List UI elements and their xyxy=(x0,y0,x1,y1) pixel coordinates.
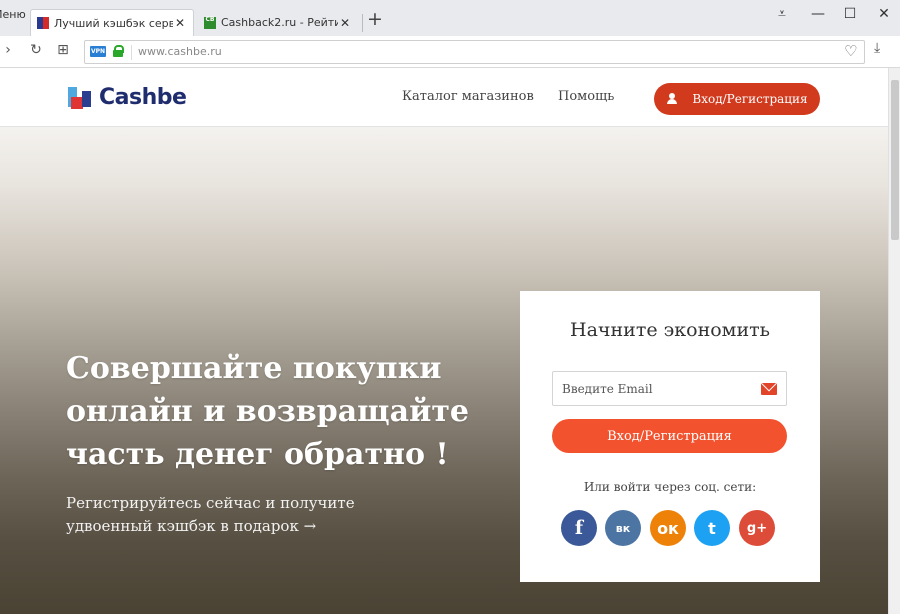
bookmark-heart-icon[interactable]: ♡ xyxy=(844,42,857,60)
hero-section: Совершайте покупки онлайн и возвращайте … xyxy=(0,127,888,614)
url-text[interactable]: www.cashbe.ru xyxy=(138,45,222,58)
address-bar-row: › ↻ ⊞ VPN www.cashbe.ru ♡ xyxy=(0,36,900,68)
header-login-label: Вход/Регистрация xyxy=(692,92,808,106)
signup-card: Начните экономить Вход/Регистрация Или в… xyxy=(520,291,820,582)
hero-subtitle-line: Регистрируйтесь сейчас и получите xyxy=(66,494,355,512)
browser-tab-bar: Меню Лучший кэшбэк сервис С ✕ CB Cashbac… xyxy=(0,0,900,36)
page-scrollbar[interactable] xyxy=(888,68,900,614)
social-login-prompt: Или войти через соц. сети: xyxy=(583,480,757,494)
maximize-icon[interactable]: ☐ xyxy=(838,6,862,22)
hero-title-line: часть денег обратно ! xyxy=(66,437,449,472)
tab-title: Cashback2.ru - Рейтинг лу xyxy=(221,16,338,29)
forward-icon[interactable]: › xyxy=(0,42,16,58)
url-field[interactable]: VPN www.cashbe.ru ♡ xyxy=(84,40,865,64)
signup-submit-button[interactable]: Вход/Регистрация xyxy=(552,419,787,453)
close-window-icon[interactable]: ✕ xyxy=(872,6,896,22)
site-header: Cashbe Каталог магазинов Помощь Вход/Рег… xyxy=(0,68,888,127)
user-icon xyxy=(666,93,678,105)
url-divider xyxy=(131,45,132,60)
browser-menu-button[interactable]: Меню xyxy=(0,8,26,21)
cashback2-favicon-icon: CB xyxy=(204,16,216,29)
browser-menu-icon[interactable]: ⩡ xyxy=(770,6,794,22)
twitter-icon[interactable]: t xyxy=(694,510,730,546)
lock-icon[interactable] xyxy=(113,45,124,57)
email-field-wrapper xyxy=(552,371,787,406)
logo-text: Cashbe xyxy=(99,84,187,110)
email-input[interactable] xyxy=(553,372,753,405)
cashbe-logo-icon xyxy=(67,83,97,111)
social-login-buttons: f вк ок t g+ xyxy=(561,510,781,546)
signup-card-title: Начните экономить xyxy=(570,319,770,341)
nav-catalog-link[interactable]: Каталог магазинов xyxy=(402,89,534,104)
odnoklassniki-icon[interactable]: ок xyxy=(650,510,686,546)
close-tab-icon[interactable]: ✕ xyxy=(338,16,352,30)
hero-subtitle-line: удвоенный кэшбэк в подарок → xyxy=(66,517,317,535)
header-login-button[interactable]: Вход/Регистрация xyxy=(654,83,820,115)
hero-title: Совершайте покупки онлайн и возвращайте … xyxy=(66,347,486,476)
browser-tab-active[interactable]: Лучший кэшбэк сервис С ✕ xyxy=(30,9,194,36)
hero-title-line: Совершайте покупки xyxy=(66,351,442,386)
new-tab-button[interactable]: + xyxy=(367,8,383,30)
close-tab-icon[interactable]: ✕ xyxy=(173,16,187,30)
cashbe-favicon-icon xyxy=(37,17,49,29)
google-plus-icon[interactable]: g+ xyxy=(739,510,775,546)
cashbe-logo[interactable]: Cashbe xyxy=(67,82,187,112)
download-icon[interactable]: ⤓ xyxy=(874,40,880,56)
facebook-icon[interactable]: f xyxy=(561,510,597,546)
speed-dial-icon[interactable]: ⊞ xyxy=(55,42,71,58)
minimize-icon[interactable]: — xyxy=(806,6,830,22)
hero-subtitle-link[interactable]: Регистрируйтесь сейчас и получите удвоен… xyxy=(66,492,426,538)
scrollbar-thumb[interactable] xyxy=(891,80,899,240)
tab-divider xyxy=(362,14,363,32)
web-page: Cashbe Каталог магазинов Помощь Вход/Рег… xyxy=(0,68,888,614)
hero-title-line: онлайн и возвращайте xyxy=(66,394,469,429)
tab-title: Лучший кэшбэк сервис С xyxy=(54,16,173,30)
reload-icon[interactable]: ↻ xyxy=(28,42,44,58)
browser-tab-inactive[interactable]: CB Cashback2.ru - Рейтинг лу ✕ xyxy=(198,9,358,36)
vpn-badge-icon[interactable]: VPN xyxy=(90,46,106,57)
nav-help-link[interactable]: Помощь xyxy=(558,89,614,104)
vk-icon[interactable]: вк xyxy=(605,510,641,546)
mail-icon xyxy=(761,383,777,395)
